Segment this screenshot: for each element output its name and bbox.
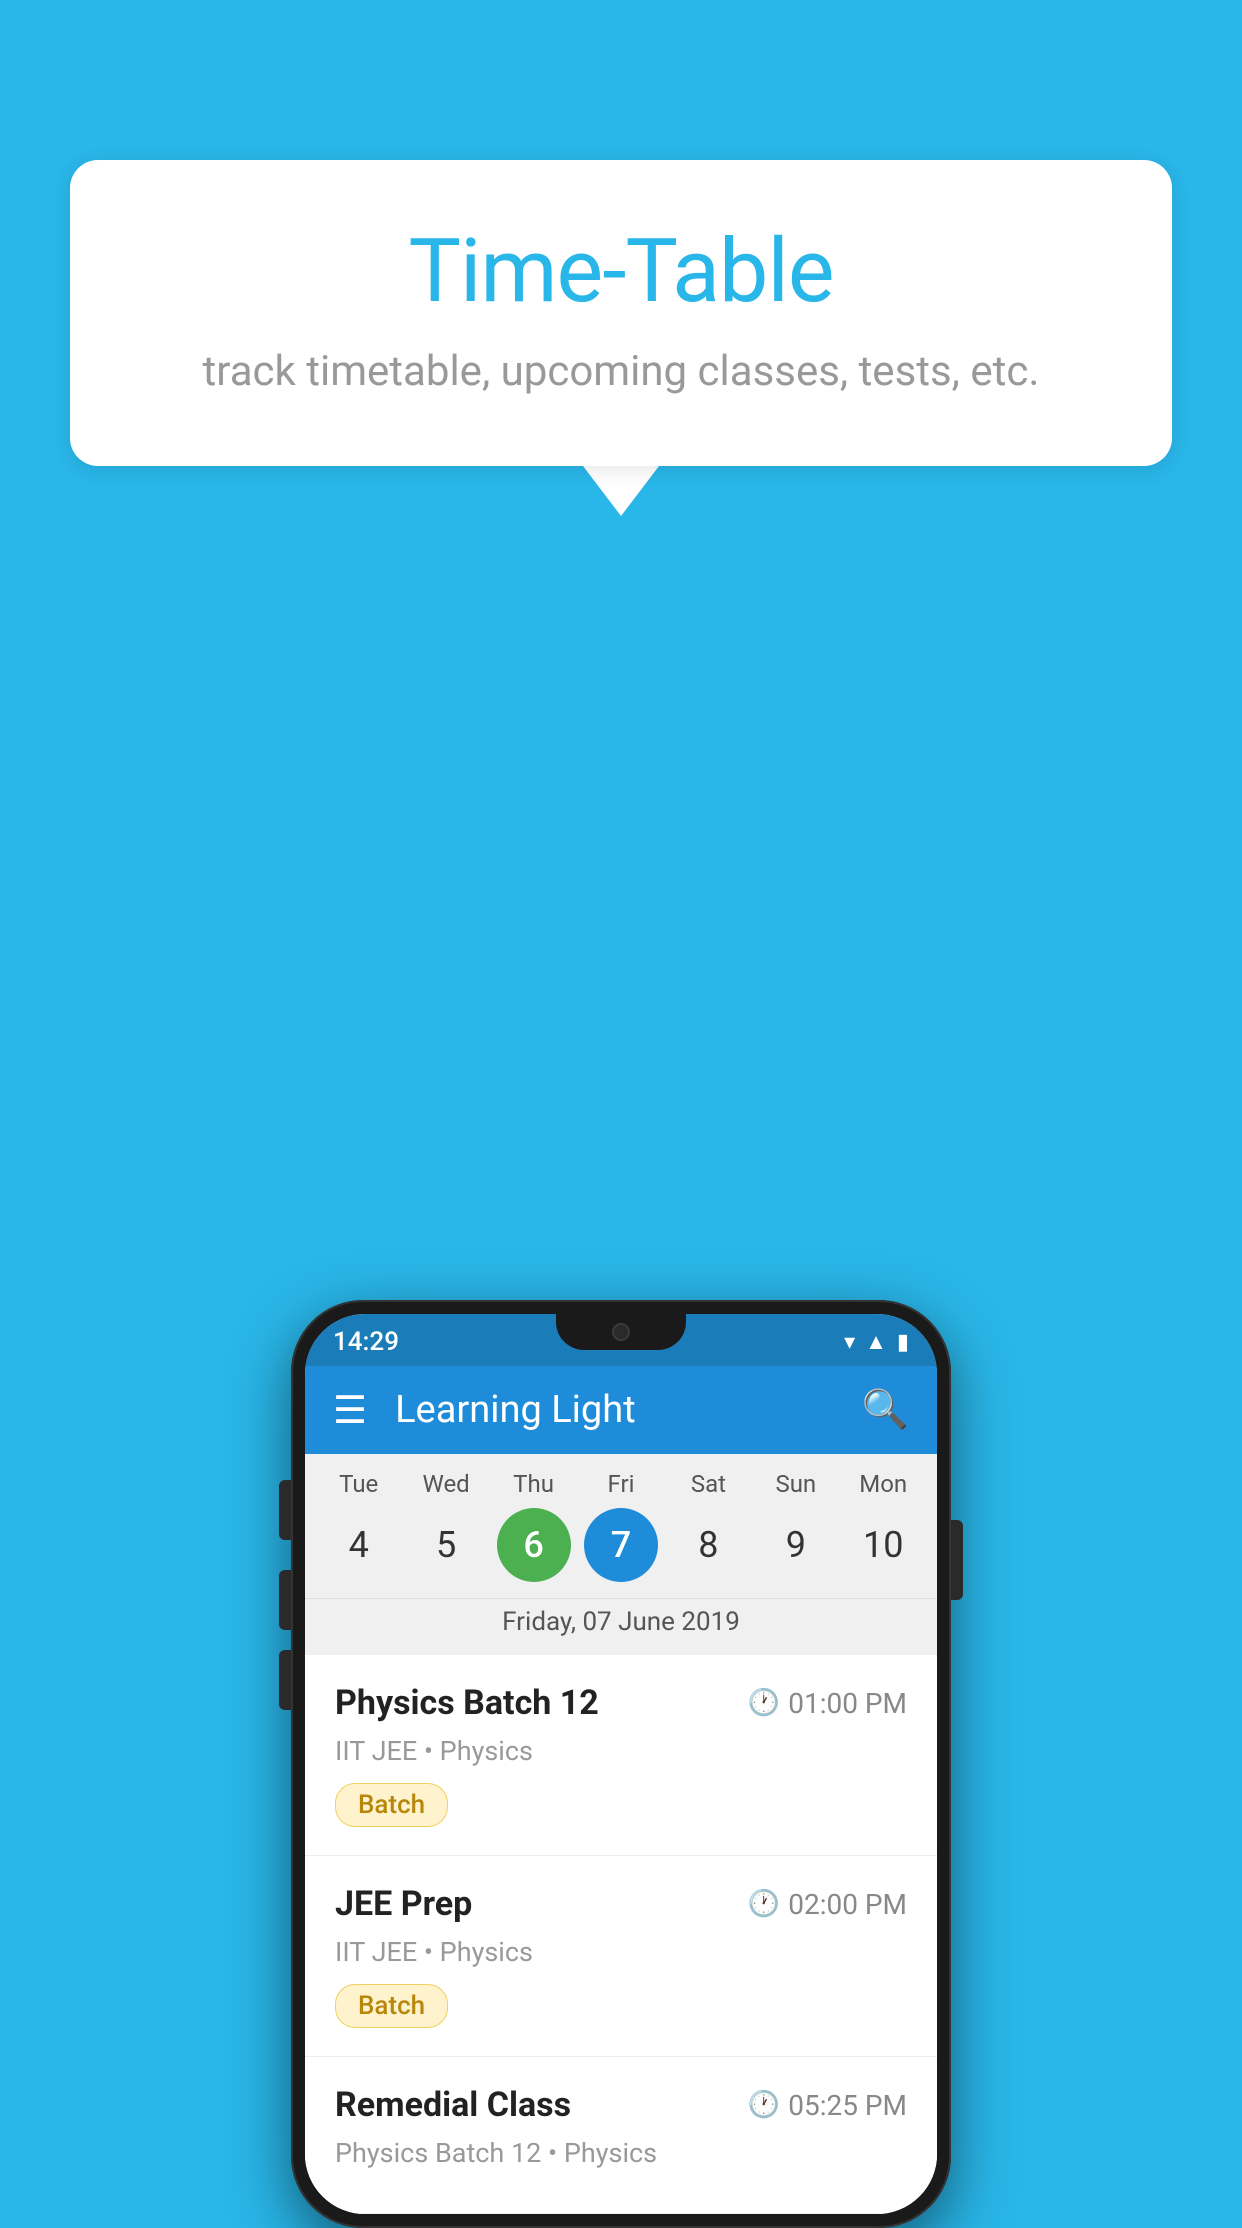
day-label-fri: Fri xyxy=(584,1470,658,1498)
day-num-9[interactable]: 9 xyxy=(759,1508,833,1582)
day-num-4[interactable]: 4 xyxy=(322,1508,396,1582)
day-label-wed: Wed xyxy=(409,1470,483,1498)
status-time: 14:29 xyxy=(333,1327,399,1357)
schedule-title-0: Physics Batch 12 xyxy=(335,1683,599,1723)
day-num-8[interactable]: 8 xyxy=(671,1508,745,1582)
battery-icon: ▮ xyxy=(897,1330,909,1355)
schedule-list: Physics Batch 12 🕐01:00 PM IIT JEE • Physi… xyxy=(305,1655,937,2214)
day-label-sat: Sat xyxy=(671,1470,745,1498)
day-num-6[interactable]: 6 xyxy=(497,1508,571,1582)
schedule-title-2: Remedial Class xyxy=(335,2085,571,2125)
speech-bubble-container: Time-Table track timetable, upcoming cla… xyxy=(70,160,1172,516)
day-label-thu: Thu xyxy=(497,1470,571,1498)
speech-bubble-subtitle: track timetable, upcoming classes, tests… xyxy=(150,347,1092,396)
camera xyxy=(612,1323,630,1341)
wifi-icon: ▾ xyxy=(844,1330,855,1355)
day-headers: Tue Wed Thu Fri Sat Sun Mon xyxy=(305,1470,937,1508)
signal-icon: ▲ xyxy=(865,1329,887,1355)
app-title: Learning Light xyxy=(395,1388,862,1432)
day-numbers: 45678910 xyxy=(305,1508,937,1598)
search-icon[interactable]: 🔍 xyxy=(862,1388,909,1432)
calendar-strip: Tue Wed Thu Fri Sat Sun Mon 45678910 Friday, 0… xyxy=(305,1454,937,1655)
schedule-item-1[interactable]: JEE Prep 🕐02:00 PM IIT JEE • Physics Batch xyxy=(305,1856,937,2057)
batch-badge-1: Batch xyxy=(335,1984,448,2028)
phone-frame: 14:29 ▾ ▲ ▮ ☰ Learning Light 🔍 Tue Wed Thu… xyxy=(291,1300,951,2228)
day-label-tue: Tue xyxy=(322,1470,396,1498)
clock-icon: 🕐 xyxy=(748,1889,780,1919)
notch xyxy=(556,1314,686,1350)
speech-bubble-title: Time-Table xyxy=(150,220,1092,323)
phone-container: 14:29 ▾ ▲ ▮ ☰ Learning Light 🔍 Tue Wed Thu… xyxy=(291,1300,951,2228)
schedule-item-header-0: Physics Batch 12 🕐01:00 PM xyxy=(335,1683,907,1723)
batch-badge-0: Batch xyxy=(335,1783,448,1827)
day-label-sun: Sun xyxy=(759,1470,833,1498)
schedule-item-0[interactable]: Physics Batch 12 🕐01:00 PM IIT JEE • Physi… xyxy=(305,1655,937,1856)
selected-date-label: Friday, 07 June 2019 xyxy=(305,1598,937,1655)
phone-screen: 14:29 ▾ ▲ ▮ ☰ Learning Light 🔍 Tue Wed Thu… xyxy=(305,1314,937,2214)
hamburger-icon[interactable]: ☰ xyxy=(333,1388,367,1433)
schedule-title-1: JEE Prep xyxy=(335,1884,472,1924)
schedule-subtitle-2: Physics Batch 12 • Physics xyxy=(335,2137,907,2169)
clock-icon: 🕐 xyxy=(748,1688,780,1718)
speech-bubble: Time-Table track timetable, upcoming cla… xyxy=(70,160,1172,466)
schedule-item-2[interactable]: Remedial Class 🕐05:25 PM Physics Batch 12 … xyxy=(305,2057,937,2214)
day-num-5[interactable]: 5 xyxy=(409,1508,483,1582)
day-num-7[interactable]: 7 xyxy=(584,1508,658,1582)
schedule-time-0: 🕐01:00 PM xyxy=(748,1687,907,1720)
clock-icon: 🕐 xyxy=(748,2090,780,2120)
day-num-10[interactable]: 10 xyxy=(846,1508,920,1582)
schedule-item-header-2: Remedial Class 🕐05:25 PM xyxy=(335,2085,907,2125)
schedule-subtitle-1: IIT JEE • Physics xyxy=(335,1936,907,1968)
schedule-item-header-1: JEE Prep 🕐02:00 PM xyxy=(335,1884,907,1924)
schedule-time-1: 🕐02:00 PM xyxy=(748,1888,907,1921)
status-icons: ▾ ▲ ▮ xyxy=(844,1329,909,1355)
day-label-mon: Mon xyxy=(846,1470,920,1498)
app-bar: ☰ Learning Light 🔍 xyxy=(305,1366,937,1454)
schedule-time-2: 🕐05:25 PM xyxy=(748,2089,907,2122)
speech-bubble-arrow xyxy=(583,466,659,516)
schedule-subtitle-0: IIT JEE • Physics xyxy=(335,1735,907,1767)
